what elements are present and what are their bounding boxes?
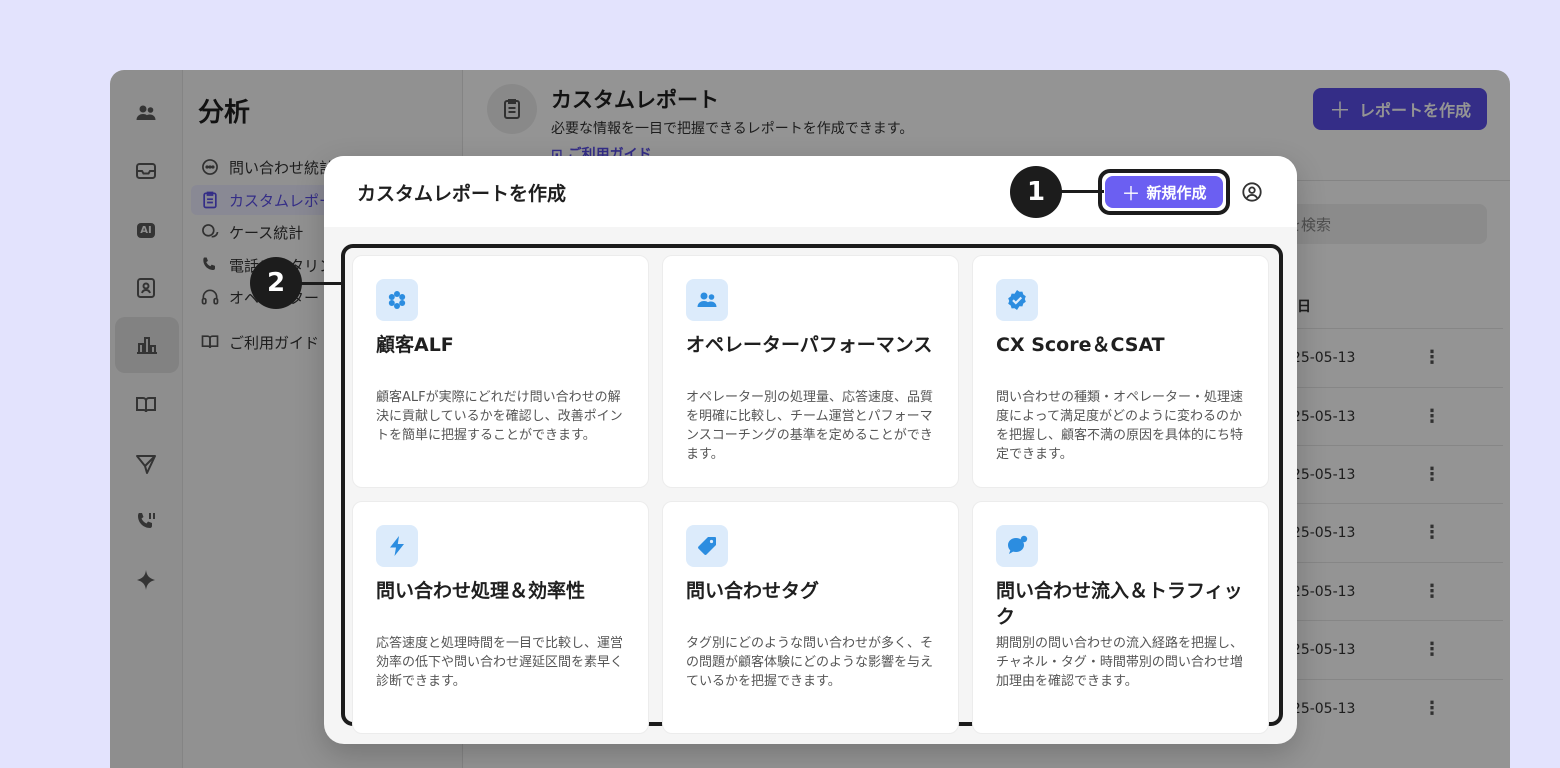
callout-2-line <box>300 282 345 285</box>
report-card-customer-alf[interactable]: 顧客ALF 顧客ALFが実際にどれだけ問い合わせの解決に貢献しているかを確認し、… <box>352 255 649 488</box>
card-title: 問い合わせタグ <box>686 580 820 602</box>
flower-icon <box>376 279 418 321</box>
card-description: 応答速度と処理時間を一目で比較し、運営効率の低下や問い合わせ遅延区間を素早く診断… <box>376 636 624 689</box>
card-title: CX Score＆CSAT <box>996 334 1165 356</box>
modal-header: カスタムレポートを作成 ＋ 新規作成 <box>324 156 1297 227</box>
create-report-modal: カスタムレポートを作成 ＋ 新規作成 顧客ALF 顧客ALFが実際にどれだけ問い… <box>324 156 1297 744</box>
card-description: タグ別にどのような問い合わせが多く、その問題が顧客体験にどのような影響を与えてい… <box>686 636 934 689</box>
callout-2: 2 <box>250 257 302 309</box>
report-card-inquiry-efficiency[interactable]: 問い合わせ処理＆効率性 応答速度と処理時間を一目で比較し、運営効率の低下や問い合… <box>352 501 649 734</box>
modal-title: カスタムレポートを作成 <box>357 183 567 205</box>
new-create-button[interactable]: ＋ 新規作成 <box>1105 176 1223 208</box>
card-title: オペレーターパフォーマンス <box>686 334 933 356</box>
report-card-inquiry-tags[interactable]: 問い合わせタグ タグ別にどのような問い合わせが多く、その問題が顧客体験にどのよう… <box>662 501 959 734</box>
report-card-operator-performance[interactable]: オペレーターパフォーマンス オペレーター別の処理量、応答速度、品質を明確に比較し… <box>662 255 959 488</box>
callout-1-line <box>1058 190 1104 193</box>
card-description: オペレーター別の処理量、応答速度、品質を明確に比較し、チーム運営とパフォーマンス… <box>686 390 934 462</box>
card-description: 問い合わせの種類・オペレーター・処理速度によって満足度がどのように変わるのかを把… <box>996 390 1244 462</box>
report-card-cx-score[interactable]: CX Score＆CSAT 問い合わせの種類・オペレーター・処理速度によって満足… <box>972 255 1269 488</box>
card-title: 問い合わせ処理＆効率性 <box>376 580 586 602</box>
callout-1: 1 <box>1010 166 1062 218</box>
card-title: 問い合わせ流入＆トラフィック <box>996 580 1243 628</box>
chat-bubble-icon <box>996 525 1038 567</box>
plus-icon: ＋ <box>1121 182 1141 205</box>
card-title: 顧客ALF <box>376 334 454 356</box>
tag-icon <box>686 525 728 567</box>
verified-badge-icon <box>996 279 1038 321</box>
user-avatar-icon[interactable] <box>1241 181 1263 203</box>
people-icon <box>686 279 728 321</box>
lightning-icon <box>376 525 418 567</box>
card-description: 顧客ALFが実際にどれだけ問い合わせの解決に貢献しているかを確認し、改善ポイント… <box>376 390 623 443</box>
report-card-inquiry-traffic[interactable]: 問い合わせ流入＆トラフィック 期間別の問い合わせの流入経路を把握し、チャネル・タ… <box>972 501 1269 734</box>
card-description: 期間別の問い合わせの流入経路を把握し、チャネル・タグ・時間帯別の問い合わせ増加理… <box>996 636 1244 689</box>
